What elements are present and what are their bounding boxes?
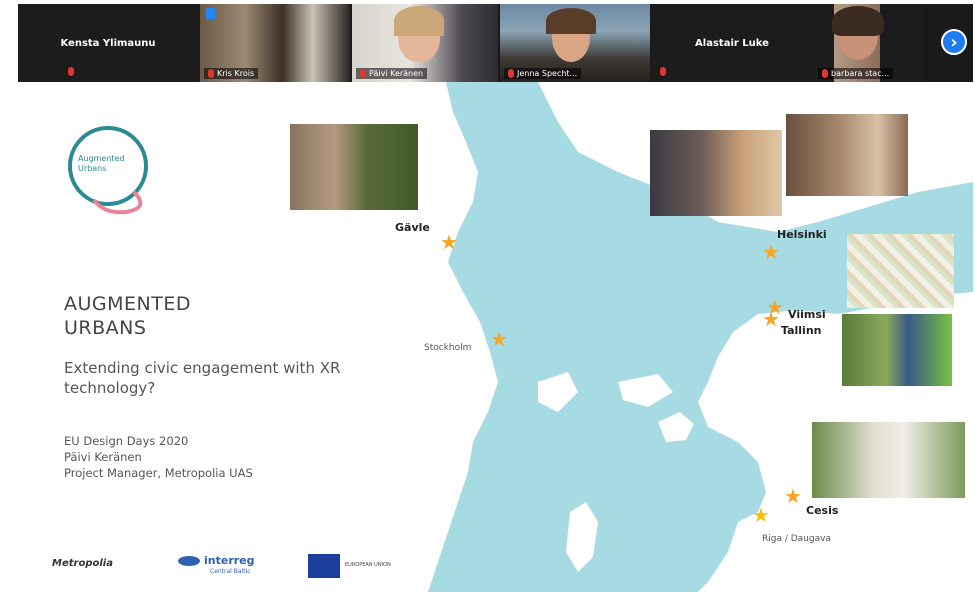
- star-marker-icon: ★: [784, 484, 802, 508]
- metropolia-logo: Metropolia: [52, 558, 113, 569]
- participant-hair: [394, 6, 444, 36]
- mic-muted-icon: [208, 69, 214, 78]
- chevron-right-icon: ›: [950, 31, 958, 53]
- participant-name: Jenna Specht...: [517, 69, 578, 78]
- interreg-subtitle: Central Baltic: [210, 568, 251, 575]
- next-participants-button[interactable]: ›: [941, 29, 967, 55]
- eu-label: EUROPEAN UNION: [345, 562, 391, 568]
- participant-name: Kensta Ylimaunu: [60, 38, 156, 49]
- participant-label: Jenna Specht...: [504, 68, 582, 79]
- slide-title: AUGMENTED URBANS: [64, 292, 191, 340]
- title-line: URBANS: [64, 317, 147, 339]
- photo-helsinki-vr: [650, 130, 782, 216]
- participant-hair: [832, 6, 884, 36]
- participant-tile[interactable]: Kris Krois: [200, 4, 350, 82]
- city-label-stockholm: Stockholm: [424, 343, 472, 353]
- photo-gavle: [290, 124, 418, 210]
- mic-muted-icon: [68, 67, 74, 76]
- mic-muted-icon: [822, 69, 828, 78]
- participant-tile[interactable]: Päivi Keränen: [352, 4, 498, 82]
- photo-viimsi: [842, 314, 952, 386]
- star-marker-icon: ★: [762, 307, 780, 331]
- event-info: EU Design Days 2020 Päivi Keränen Projec…: [64, 433, 364, 481]
- mic-muted-icon: [508, 69, 514, 78]
- participant-tile[interactable]: Jenna Specht...: [500, 4, 650, 82]
- city-label-gavle: Gävle: [395, 221, 430, 234]
- presenter-role: Project Manager, Metropolia UAS: [64, 466, 253, 480]
- title-line: AUGMENTED: [64, 293, 191, 315]
- participant-name: Päivi Keränen: [369, 69, 424, 78]
- interreg-name: interreg: [204, 554, 255, 567]
- star-marker-icon: ★: [762, 240, 780, 264]
- participant-hair: [546, 8, 596, 34]
- photo-notes: [847, 234, 954, 308]
- city-label-helsinki: Helsinki: [777, 228, 827, 241]
- city-label-riga: Riga / Daugava: [762, 534, 831, 544]
- participant-label: Kris Krois: [204, 68, 259, 79]
- participant-name: Kris Krois: [217, 69, 255, 78]
- mic-muted-icon: [360, 69, 366, 78]
- logo-text: Augmented Urbans: [78, 154, 125, 173]
- participant-tile[interactable]: Alastair Luke: [652, 4, 812, 82]
- city-label-viimsi: Viimsi: [788, 308, 826, 321]
- city-label-cesis: Cesis: [806, 504, 839, 517]
- participant-tile[interactable]: Kensta Ylimaunu: [18, 4, 198, 82]
- eu-flag-icon: [308, 554, 340, 578]
- photo-cesis: [812, 422, 965, 498]
- video-call-window: Kensta Ylimaunu Kris Krois Päivi Keränen: [0, 0, 975, 594]
- participant-tile[interactable]: barbara stac...: [814, 4, 924, 82]
- raised-hand-icon: [206, 8, 215, 19]
- photo-helsinki-workshop: [786, 114, 908, 196]
- mic-muted-icon: [660, 67, 666, 76]
- participant-label: barbara stac...: [818, 68, 894, 79]
- event-name: EU Design Days 2020: [64, 434, 189, 448]
- participant-name: Alastair Luke: [695, 38, 769, 49]
- participant-label: Päivi Keränen: [356, 68, 428, 79]
- interreg-swirl-icon: [178, 556, 200, 566]
- slide-subtitle: Extending civic engagement with XR techn…: [64, 359, 341, 397]
- shared-slide: Augmented Urbans AUGMENTED URBANS Extend…: [18, 82, 973, 592]
- partner-logos: Metropolia interreg Central Baltic EUROP…: [52, 552, 452, 582]
- city-label-tallinn: Tallinn: [781, 324, 822, 337]
- participant-strip: Kensta Ylimaunu Kris Krois Päivi Keränen: [18, 4, 973, 82]
- participant-name: barbara stac...: [831, 69, 890, 78]
- presenter-name: Päivi Keränen: [64, 450, 142, 464]
- star-marker-icon: ★: [752, 503, 770, 527]
- star-marker-icon: ★: [490, 327, 508, 351]
- star-marker-icon: ★: [440, 230, 458, 254]
